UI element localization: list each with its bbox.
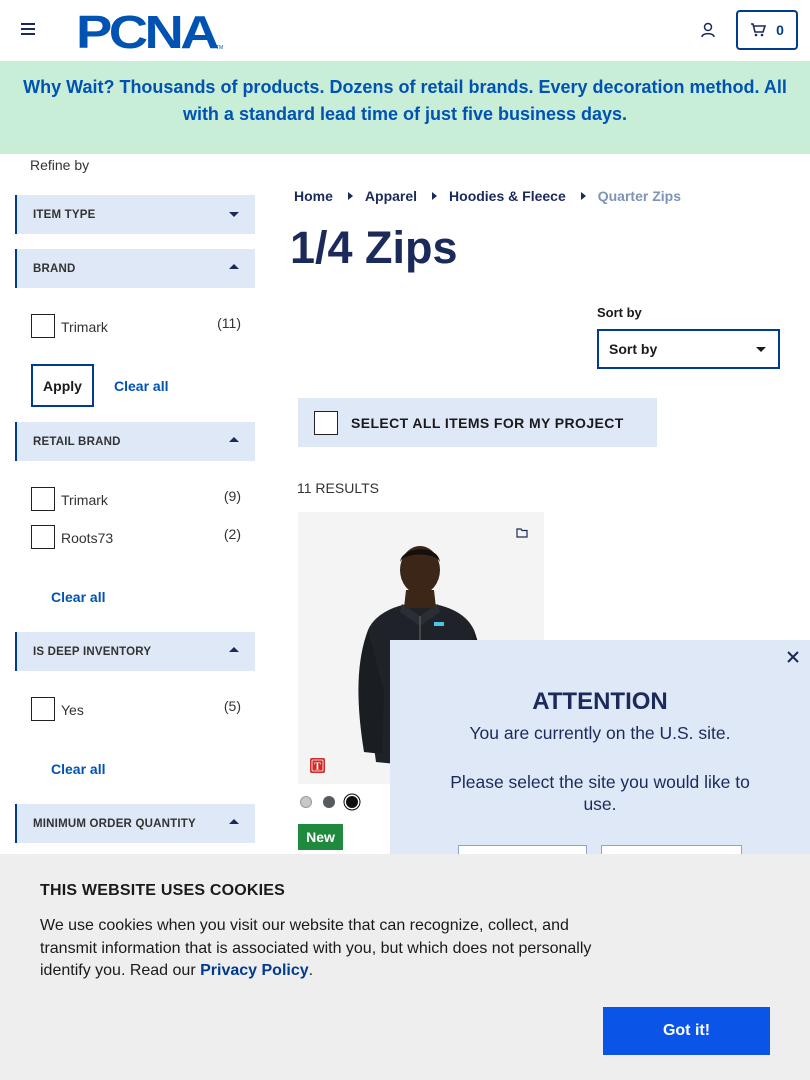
color-swatch-light-grey[interactable] [300, 796, 312, 808]
caret-down-icon [229, 212, 239, 217]
trimark-icon: T [310, 758, 325, 773]
modal-message: You are currently on the U.S. site. [469, 723, 731, 743]
menu-icon[interactable] [21, 23, 35, 37]
breadcrumb-arrow-icon [580, 192, 586, 200]
brand-option-trimark[interactable]: Trimark (11) [31, 314, 246, 338]
deep-inventory-option-yes[interactable]: Yes (5) [31, 697, 246, 721]
facet-title: MINIMUM ORDER QUANTITY [33, 817, 196, 830]
sort-select-value: Sort by [609, 341, 658, 357]
facet-title: RETAIL BRAND [33, 435, 121, 448]
breadcrumb-apparel[interactable]: Apparel [365, 188, 417, 204]
checkbox[interactable] [31, 697, 55, 721]
color-swatch-dark-grey[interactable] [323, 796, 335, 808]
modal-title: ATTENTION [532, 688, 668, 715]
option-label: Roots73 [61, 530, 114, 546]
retail-brand-option-roots73[interactable]: Roots73 (2) [31, 525, 246, 549]
option-count: (2) [223, 526, 241, 542]
option-label: Trimark [61, 492, 108, 508]
select-all-items[interactable]: SELECT ALL ITEMS FOR MY PROJECT [298, 398, 657, 447]
new-badge: New [298, 824, 343, 850]
breadcrumb-arrow-icon [347, 192, 353, 200]
results-count: 11 RESULTS [297, 480, 379, 496]
option-label: Yes [61, 702, 84, 718]
brand-clear-all-link[interactable]: Clear all [114, 378, 168, 394]
chevron-down-icon [756, 347, 766, 352]
option-count: (11) [217, 315, 241, 331]
promo-banner-text: Why Wait? Thousands of products. Dozens … [23, 77, 787, 124]
option-label: Trimark [61, 319, 108, 335]
sort-label: Sort by [597, 305, 642, 320]
checkbox[interactable] [31, 525, 55, 549]
caret-up-icon [229, 264, 239, 269]
facet-title: BRAND [33, 262, 76, 275]
color-swatch-black[interactable] [346, 796, 358, 808]
privacy-policy-link[interactable]: Privacy Policy [200, 962, 309, 979]
facet-item-type[interactable]: ITEM TYPE [15, 195, 255, 234]
cookie-text-period: . [308, 962, 314, 979]
refine-label: Refine by [30, 157, 90, 173]
facet-title: IS DEEP INVENTORY [33, 645, 152, 658]
breadcrumb-hoodies-fleece[interactable]: Hoodies & Fleece [449, 188, 566, 204]
breadcrumb-home[interactable]: Home [294, 188, 333, 204]
checkbox[interactable] [31, 314, 55, 338]
select-all-checkbox[interactable] [314, 410, 338, 435]
folder-icon[interactable] [516, 527, 528, 539]
facet-minimum-order-quantity[interactable]: MINIMUM ORDER QUANTITY [15, 804, 255, 843]
cookie-text-block: We use cookies when you visit our websit… [40, 915, 610, 983]
cart-icon [751, 23, 767, 37]
modal-prompt: Please select the site you would like to… [450, 772, 750, 814]
option-count: (5) [223, 698, 241, 714]
cookie-accept-button[interactable]: Got it! [603, 1007, 770, 1055]
caret-up-icon [229, 647, 239, 652]
cookie-title: THIS WEBSITE USES COOKIES [40, 882, 286, 899]
deep-inventory-clear-all-link[interactable]: Clear all [51, 761, 105, 777]
facet-brand[interactable]: BRAND [15, 249, 255, 288]
promo-banner: Why Wait? Thousands of products. Dozens … [0, 61, 810, 154]
sort-select[interactable]: Sort by [597, 329, 780, 369]
cart-button[interactable]: 0 [736, 10, 798, 50]
select-all-label: SELECT ALL ITEMS FOR MY PROJECT [351, 414, 624, 431]
facet-deep-inventory[interactable]: IS DEEP INVENTORY [15, 632, 255, 671]
account-icon[interactable] [699, 21, 717, 39]
facet-title: ITEM TYPE [33, 208, 96, 221]
facet-retail-brand[interactable]: RETAIL BRAND [15, 422, 255, 461]
option-count: (9) [223, 488, 241, 504]
caret-up-icon [229, 437, 239, 442]
page-title: 1/4 Zips [290, 222, 458, 273]
retail-brand-option-trimark[interactable]: Trimark (9) [31, 487, 246, 511]
apply-button[interactable]: Apply [31, 364, 94, 407]
breadcrumb-arrow-icon [432, 192, 438, 200]
logo-text: PCNA [76, 9, 218, 51]
breadcrumb: Home Apparel Hoodies & Fleece Quarter Zi… [294, 188, 681, 204]
site-header: PCNA TM 0 [0, 0, 810, 61]
svg-text:TM: TM [216, 45, 223, 51]
breadcrumb-current: Quarter Zips [597, 188, 681, 204]
caret-up-icon [229, 819, 239, 824]
cart-count: 0 [776, 22, 784, 38]
pcna-logo[interactable]: PCNA TM [75, 9, 225, 51]
retail-brand-clear-all-link[interactable]: Clear all [51, 589, 105, 605]
close-icon[interactable] [786, 650, 800, 664]
cookie-text: We use cookies when you visit our websit… [40, 917, 592, 979]
svg-text:T: T [314, 762, 321, 773]
checkbox[interactable] [31, 487, 55, 511]
